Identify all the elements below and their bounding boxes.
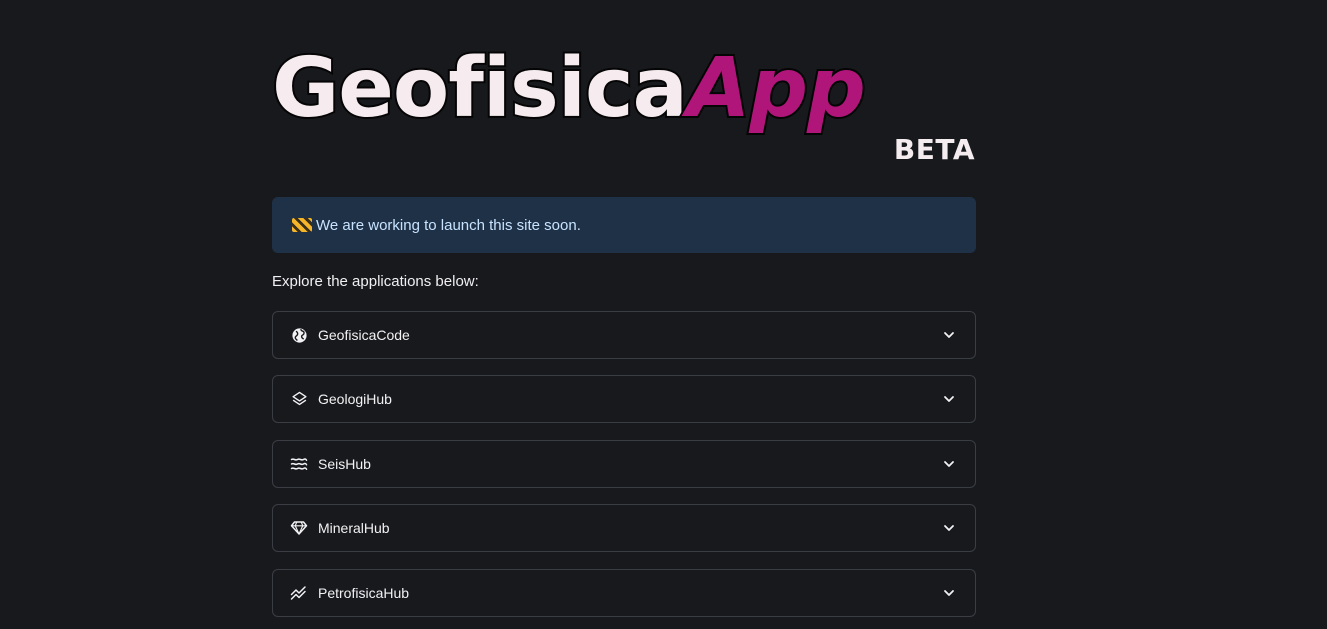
- chevron-down-icon: [942, 521, 956, 535]
- waves-icon: [290, 455, 308, 473]
- expander-label: MineralHub: [318, 520, 390, 536]
- expander-label: GeofisicaCode: [318, 327, 410, 343]
- info-alert: We are working to launch this site soon.: [272, 197, 976, 253]
- beta-badge: BETA: [893, 133, 975, 166]
- main-container: GeofisicaApp BETA We are working to laun…: [270, 0, 976, 617]
- logo-part-geofisica: Geofisica: [270, 41, 690, 136]
- alert-text: We are working to launch this site soon.: [316, 216, 581, 234]
- diamond-icon: [290, 519, 308, 537]
- logo: GeofisicaApp BETA: [270, 0, 976, 170]
- expander-petrofisicahub[interactable]: PetrofisicaHub: [272, 569, 976, 617]
- expander-geofisicacode[interactable]: GeofisicaCode: [272, 311, 976, 359]
- globe-icon: [290, 326, 308, 344]
- chevron-down-icon: [942, 328, 956, 342]
- intro-text: Explore the applications below:: [272, 273, 479, 290]
- expander-label: SeisHub: [318, 456, 371, 472]
- logo-part-app: App: [685, 41, 868, 136]
- expander-mineralhub[interactable]: MineralHub: [272, 504, 976, 552]
- expander-seishub[interactable]: SeisHub: [272, 440, 976, 488]
- trend-icon: [290, 584, 308, 602]
- chevron-down-icon: [942, 392, 956, 406]
- chevron-down-icon: [942, 457, 956, 471]
- expander-geologihub[interactable]: GeologiHub: [272, 375, 976, 423]
- expander-label: GeologiHub: [318, 391, 392, 407]
- expander-label: PetrofisicaHub: [318, 585, 410, 601]
- chevron-down-icon: [942, 586, 956, 600]
- layers-icon: [290, 390, 308, 408]
- logo-wordmark: GeofisicaApp: [270, 46, 868, 132]
- construction-icon: [292, 218, 312, 232]
